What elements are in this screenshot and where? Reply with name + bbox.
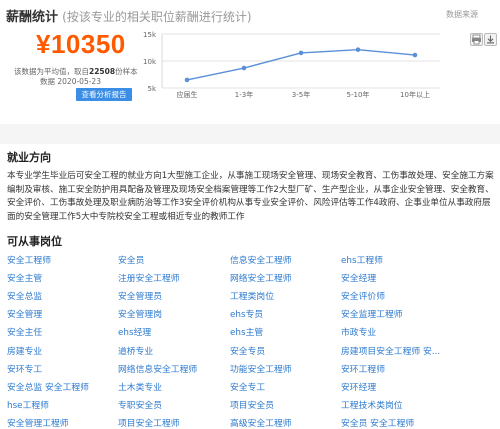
position-link[interactable]: ehs工程师 xyxy=(341,253,383,266)
position-link[interactable]: hse工程师 xyxy=(7,398,49,411)
position-link[interactable]: 安全员 安全工程师 xyxy=(341,416,414,429)
position-link[interactable]: 信息安全工程师 xyxy=(230,253,292,266)
download-icon[interactable] xyxy=(484,33,497,46)
position-link[interactable]: 土木类专业 xyxy=(118,380,162,393)
position-link[interactable]: 安全管理工程师 xyxy=(7,416,69,429)
position-link[interactable]: 项目安全员 xyxy=(230,398,274,411)
position-link[interactable]: 专职安全员 xyxy=(118,398,162,411)
y-tick-label: 5k xyxy=(147,85,156,93)
position-link[interactable]: ehs经理 xyxy=(118,325,151,338)
section-divider xyxy=(0,124,500,144)
data-point xyxy=(241,65,247,71)
position-link[interactable]: 房建项目安全工程师 安... xyxy=(341,344,440,357)
position-link[interactable]: 道桥专业 xyxy=(118,344,153,357)
direction-title: 就业方向 xyxy=(7,151,51,164)
position-link[interactable]: 注册安全工程师 xyxy=(118,271,180,284)
position-link[interactable]: 市政专业 xyxy=(341,325,376,338)
position-link[interactable]: 功能安全工程师 xyxy=(230,362,292,375)
position-link[interactable]: ehs专员 xyxy=(230,307,263,320)
data-point xyxy=(355,47,361,52)
salary-line-chart: 5k 10k 15k 应届生 1-3年 3-5年 5-10年 10年以上 xyxy=(143,31,440,99)
x-tick-label: 1-3年 xyxy=(235,90,253,99)
data-point xyxy=(184,77,190,83)
position-link[interactable]: 安全主管 xyxy=(7,271,42,284)
data-point xyxy=(298,50,304,56)
x-tick-label: 5-10年 xyxy=(347,90,370,99)
y-tick-label: 15k xyxy=(143,31,157,39)
position-link[interactable]: 工程类岗位 xyxy=(230,289,274,302)
x-tick-label: 10年以上 xyxy=(400,90,430,99)
data-point xyxy=(412,52,418,58)
y-tick-label: 10k xyxy=(143,58,157,66)
position-link[interactable]: 安环经理 xyxy=(341,380,376,393)
position-link[interactable]: 安全经理 xyxy=(341,271,376,284)
positions-title: 可从事岗位 xyxy=(7,235,62,248)
position-link[interactable]: 安全员 xyxy=(118,253,144,266)
x-tick-label: 应届生 xyxy=(177,90,198,99)
position-link[interactable]: 安全管理 xyxy=(7,307,42,320)
salary-panel: 薪酬统计 (按该专业的相关职位薪酬进行统计) 数据来源 ¥10350 该数据为平… xyxy=(0,0,500,124)
position-link[interactable]: 安环工程师 xyxy=(341,362,385,375)
position-link[interactable]: 安全专工 xyxy=(230,380,265,393)
position-link[interactable]: 工程技术类岗位 xyxy=(341,398,403,411)
position-link[interactable]: 安全管理员 xyxy=(118,289,162,302)
position-link[interactable]: ehs主管 xyxy=(230,325,263,338)
position-link[interactable]: 安全总监 xyxy=(7,289,42,302)
position-link[interactable]: 安环专工 xyxy=(7,362,42,375)
position-link[interactable]: 安全工程师 xyxy=(7,253,51,266)
position-link[interactable]: 高级安全工程师 xyxy=(230,416,292,429)
position-link[interactable]: 项目安全工程师 xyxy=(118,416,180,429)
position-link[interactable]: 安全专员 xyxy=(230,344,265,357)
x-tick-label: 3-5年 xyxy=(292,90,310,99)
position-link[interactable]: 安全主任 xyxy=(7,325,42,338)
position-link[interactable]: 安全评价师 xyxy=(341,289,385,302)
position-link[interactable]: 安全总监 安全工程师 xyxy=(7,380,89,393)
position-link[interactable]: 网络信息安全工程师 xyxy=(118,362,197,375)
position-link[interactable]: 安全监理工程师 xyxy=(341,307,403,320)
position-link[interactable]: 安全管理岗 xyxy=(118,307,162,320)
print-icon[interactable] xyxy=(470,33,483,46)
direction-text: 本专业学生毕业后可安全工程的就业方向1大型施工企业，从事施工现场安全管理、现场安… xyxy=(7,171,494,222)
position-link[interactable]: 房建专业 xyxy=(7,344,42,357)
position-link[interactable]: 网络安全工程师 xyxy=(230,271,292,284)
